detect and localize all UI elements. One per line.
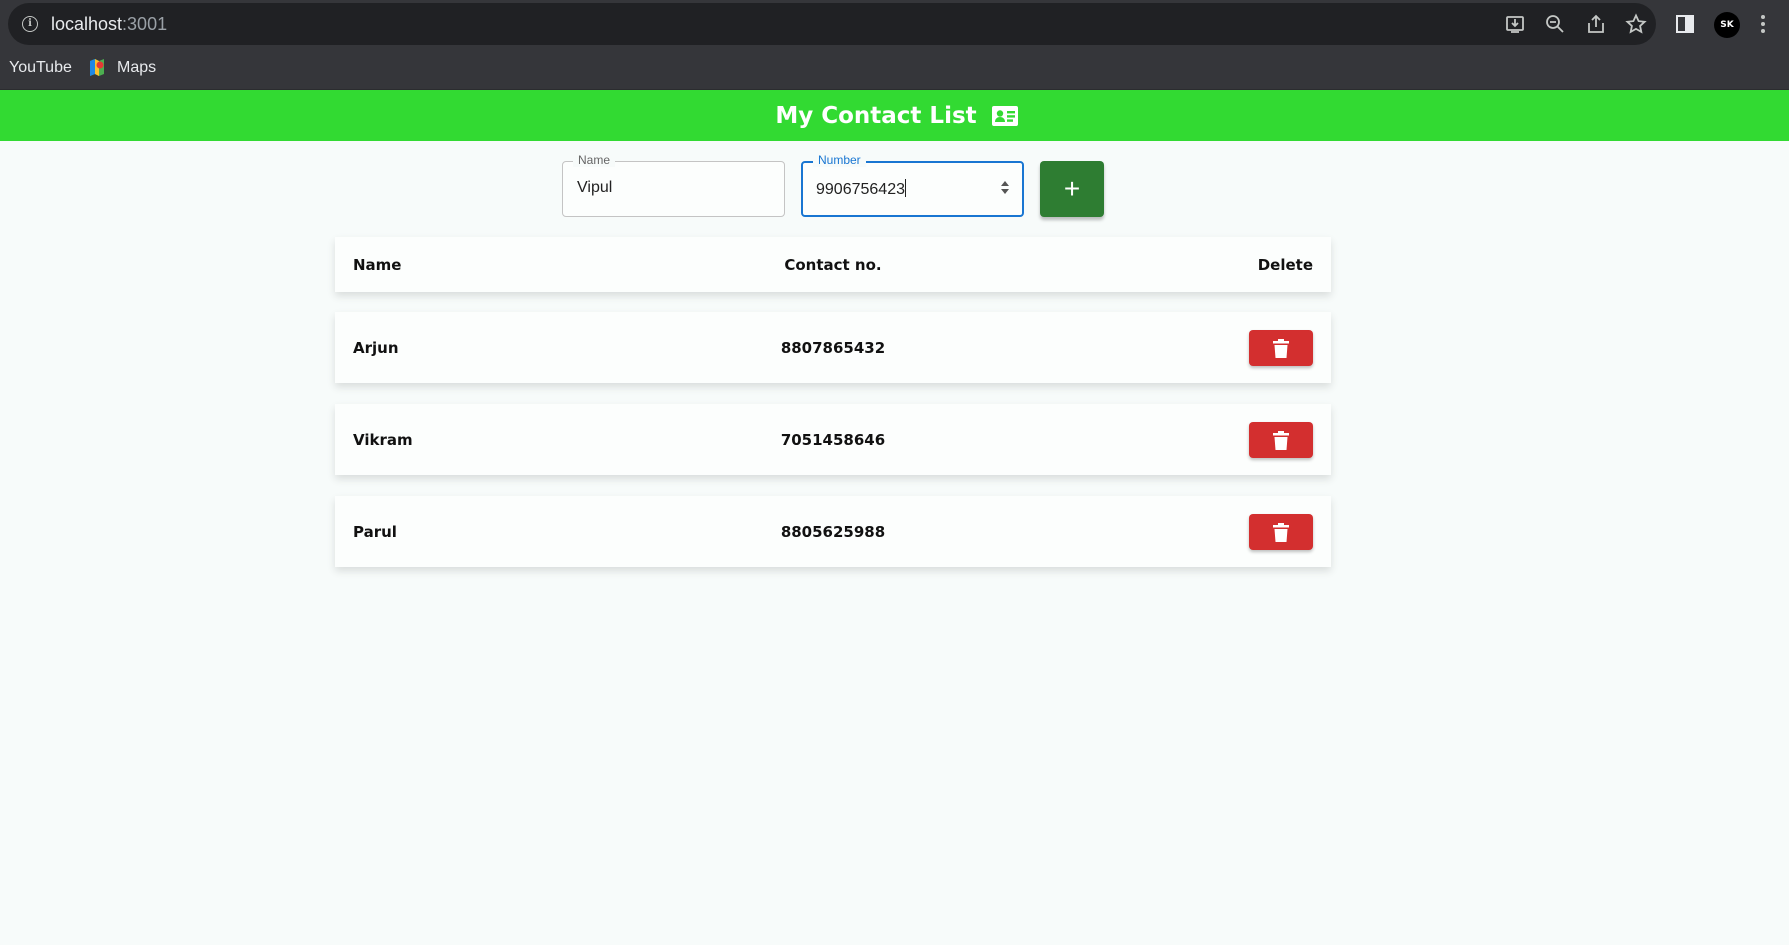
contact-number: 8807865432 — [780, 338, 886, 357]
add-contact-button[interactable]: + — [1040, 161, 1104, 217]
table-header: Name Contact no. Delete — [335, 237, 1331, 292]
bookmark-star-icon[interactable] — [1625, 13, 1647, 35]
side-panel-icon[interactable] — [1674, 13, 1696, 35]
browser-toolbar: i localhost:3001 SK — [0, 0, 1789, 50]
table-row: Vikram 7051458646 — [335, 404, 1331, 475]
share-icon[interactable] — [1585, 13, 1607, 35]
site-info-icon[interactable]: i — [22, 16, 38, 32]
header-delete: Delete — [1257, 255, 1313, 274]
delete-button[interactable] — [1249, 422, 1313, 458]
profile-avatar[interactable]: SK — [1714, 12, 1740, 38]
number-field-label: Number — [813, 153, 866, 167]
trash-icon — [1273, 339, 1289, 358]
number-stepper[interactable] — [1000, 178, 1010, 200]
browser-menu-icon[interactable] — [1759, 13, 1767, 35]
delete-button[interactable] — [1249, 330, 1313, 366]
contact-number: 7051458646 — [780, 430, 886, 449]
page-title: My Contact List — [775, 102, 977, 129]
table-row: Parul 8805625988 — [335, 496, 1331, 567]
delete-button[interactable] — [1249, 514, 1313, 550]
number-input[interactable]: 9906756423 — [816, 179, 906, 199]
number-field[interactable]: Number 9906756423 — [801, 153, 1024, 217]
url-text[interactable]: localhost:3001 — [51, 14, 167, 35]
contact-number: 8805625988 — [780, 522, 886, 541]
address-bar[interactable]: i localhost:3001 — [8, 3, 1656, 45]
header-contact: Contact no. — [784, 255, 882, 274]
bookmark-youtube[interactable]: YouTube — [9, 59, 72, 77]
zoom-icon[interactable] — [1544, 13, 1566, 35]
install-icon[interactable] — [1504, 13, 1526, 35]
name-field-label: Name — [573, 153, 616, 167]
bookmark-maps[interactable]: Maps — [117, 59, 156, 77]
name-field[interactable]: Name Vipul — [562, 153, 785, 217]
trash-icon — [1273, 431, 1289, 450]
maps-icon — [90, 59, 104, 76]
bookmarks-bar: YouTube Maps — [0, 50, 1789, 90]
trash-icon — [1273, 523, 1289, 542]
name-input[interactable]: Vipul — [577, 179, 612, 197]
table-row: Arjun 8807865432 — [335, 312, 1331, 383]
contact-card-icon — [991, 105, 1018, 126]
app-header: My Contact List — [0, 90, 1789, 141]
